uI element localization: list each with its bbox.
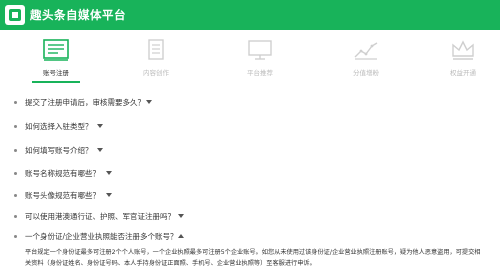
chevron-down-icon — [97, 148, 103, 152]
document-icon — [148, 39, 164, 60]
chevron-down-icon — [106, 193, 112, 197]
step-content-label: 内容创作 — [143, 69, 169, 77]
step-register[interactable]: 账号注册 — [16, 30, 96, 83]
chevron-down-icon — [146, 100, 152, 104]
step-register-label: 账号注册 — [43, 69, 69, 77]
step-growth-label: 分值增粉 — [353, 69, 379, 77]
chevron-down-icon — [106, 171, 112, 175]
faq-item-avatar[interactable]: 账号头像规范有哪些？ — [0, 186, 500, 207]
step-rights-label: 权益开通 — [450, 69, 476, 77]
faq-item-entry-type[interactable]: 如何选择入驻类型？ — [0, 117, 500, 138]
step-rights[interactable]: 权益开通 — [423, 30, 500, 82]
answer-line-2: 关资料（身份证姓名、身份证号码、本人手持身份证正面照、手机号、企业营业执照等）至… — [25, 260, 316, 267]
chevron-down-icon — [178, 214, 184, 218]
faq-question: 如何填写账号介绍？ — [25, 146, 93, 155]
faq-question: 如何选择入驻类型？ — [25, 122, 93, 131]
faq-question: 账号头像规范有哪些？ — [25, 191, 100, 200]
logo-icon — [5, 5, 25, 25]
active-step-underline — [32, 81, 80, 83]
faq-item-account-name[interactable]: 账号名称规范有哪些？ — [0, 164, 500, 185]
faq-item-passport[interactable]: 可以使用港澳通行证、护照、军官证注册吗？ — [0, 207, 500, 228]
top-header: 趣头条自媒体平台 — [0, 0, 500, 30]
step-content[interactable]: 内容创作 — [116, 30, 196, 82]
faq-answer: 平台规定一个身份证最多可注册2个个人账号，一个企业执照最多可注册5个企业账号。如… — [25, 247, 495, 269]
faq-item-account-intro[interactable]: 如何填写账号介绍？ — [0, 141, 500, 162]
crown-icon — [452, 40, 474, 60]
growth-chart-icon — [354, 42, 378, 60]
register-form-icon — [43, 39, 69, 61]
step-growth[interactable]: 分值增粉 — [326, 30, 406, 82]
faq-question: 可以使用港澳通行证、护照、军官证注册吗？ — [25, 212, 175, 221]
answer-line-1: 平台规定一个身份证最多可注册2个个人账号，一个企业执照最多可注册5个企业账号。如… — [25, 249, 481, 256]
process-steps: 账号注册 内容创作 平台推荐 分值增粉 权益开通 — [0, 30, 500, 83]
faq-question: 账号名称规范有哪些？ — [25, 169, 100, 178]
chevron-down-icon — [97, 124, 103, 128]
step-recommend[interactable]: 平台推荐 — [220, 30, 300, 82]
step-recommend-label: 平台推荐 — [247, 69, 273, 77]
faq-question: 提交了注册申请后，审核需要多久？ — [25, 98, 145, 107]
chevron-up-icon — [178, 234, 184, 238]
faq-question: 一个身份证/企业营业执照能否注册多个账号？ — [25, 232, 178, 241]
faq-item-review-time[interactable]: 提交了注册申请后，审核需要多久？ — [0, 93, 500, 114]
monitor-icon — [248, 40, 272, 60]
faq-item-multiple-accounts[interactable]: 一个身份证/企业营业执照能否注册多个账号？ — [0, 227, 500, 248]
brand-title: 趣头条自媒体平台 — [30, 8, 126, 22]
